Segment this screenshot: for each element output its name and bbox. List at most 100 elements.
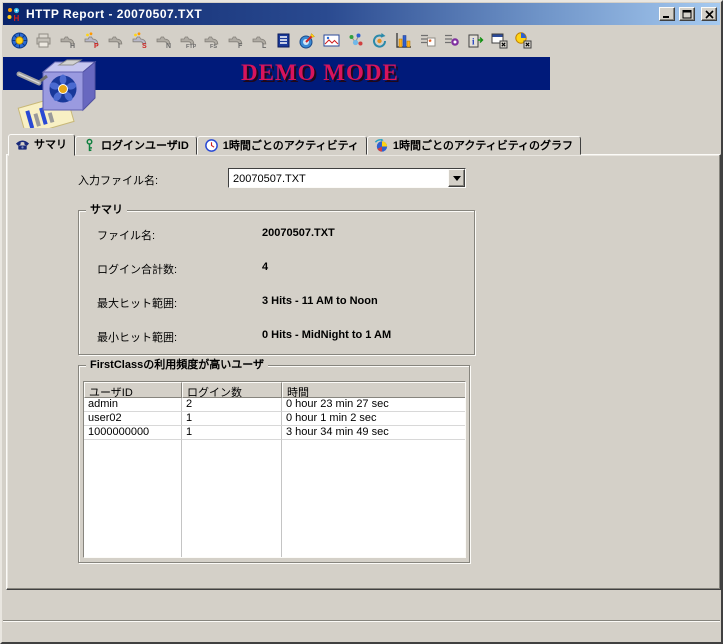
top-users-table: ユーザID ログイン数 時間 admin 2 0 hour 23 min 27 …: [83, 381, 466, 558]
f-log-icon[interactable]: F: [226, 31, 245, 50]
tab-label: 1時間ごとのアクティビティのグラフ: [393, 137, 573, 153]
cell-login-count: 1: [182, 426, 282, 440]
status-bar: [3, 622, 720, 642]
app-icon: H: [6, 6, 22, 22]
refresh-icon[interactable]: [370, 31, 389, 50]
input-file-value[interactable]: [229, 169, 448, 187]
list-chart-icon[interactable]: [442, 31, 461, 50]
combo-dropdown-button[interactable]: [448, 169, 465, 187]
clock-icon: [204, 138, 219, 153]
summary-value: 4: [262, 261, 268, 273]
cell-login-count: 2: [182, 398, 282, 412]
close-icon: [705, 10, 714, 19]
summary-row: 最大ヒット範囲: 3 Hits - 11 AM to Noon: [79, 295, 474, 310]
report-wizard-icon[interactable]: [10, 31, 29, 50]
toolbar: H P I S N FTP FS F L * i: [3, 26, 720, 55]
http-log-icon[interactable]: H: [58, 31, 77, 50]
cell-login-count: 1: [182, 412, 282, 426]
tab-login-user-id[interactable]: ログインユーザID: [75, 136, 197, 155]
top-users-groupbox-title: FirstClassの利用頻度が高いユーザ: [86, 358, 268, 372]
tab-hourly-activity[interactable]: 1時間ごとのアクティビティ: [197, 136, 367, 155]
bar-chart-icon[interactable]: [394, 31, 413, 50]
svg-text:H: H: [14, 14, 20, 22]
minimize-button[interactable]: [659, 7, 675, 21]
cell-time: 0 hour 23 min 27 sec: [282, 398, 465, 412]
tab-label: 1時間ごとのアクティビティ: [223, 137, 359, 153]
table-row[interactable]: admin 2 0 hour 23 min 27 sec: [84, 398, 465, 412]
summary-label: ファイル名:: [97, 227, 155, 243]
s-log-icon[interactable]: S: [130, 31, 149, 50]
column-header-user-id[interactable]: ユーザID: [84, 382, 182, 398]
ledger-icon[interactable]: [274, 31, 293, 50]
cell-user-id: 1000000000: [84, 426, 182, 440]
input-file-combobox[interactable]: [228, 168, 466, 188]
chart-close-icon[interactable]: [514, 31, 533, 50]
list-star-icon[interactable]: *: [418, 31, 437, 50]
phone-icon: [15, 137, 30, 152]
table-header: ユーザID ログイン数 時間: [84, 382, 465, 398]
summary-groupbox: サマリ ファイル名: 20070507.TXT ログイン合計数: 4 最大ヒット…: [78, 210, 475, 355]
fs-log-icon[interactable]: FS: [202, 31, 221, 50]
summary-groupbox-title: サマリ: [86, 203, 127, 217]
summary-label: 最大ヒット範囲:: [97, 295, 177, 311]
cell-time: 0 hour 1 min 2 sec: [282, 412, 465, 426]
tab-label: サマリ: [34, 136, 67, 152]
tab-bar: サマリ ログインユーザID 1時間ごとのアクティビティ 1時間ごとのアクティビテ…: [8, 133, 581, 155]
tab-label: ログインユーザID: [101, 137, 189, 153]
cell-user-id: admin: [84, 398, 182, 412]
summary-row: ログイン合計数: 4: [79, 261, 474, 276]
ftp-log-icon[interactable]: FTP: [178, 31, 197, 50]
minimize-icon: [662, 10, 672, 19]
summary-value: 3 Hits - 11 AM to Noon: [262, 295, 378, 307]
molecule-icon[interactable]: [346, 31, 365, 50]
demo-mode-text: DEMO MODE: [241, 60, 399, 86]
svg-text:F: F: [238, 43, 243, 49]
svg-text:N: N: [166, 43, 171, 49]
svg-text:L: L: [262, 43, 267, 49]
svg-text:H: H: [70, 43, 75, 49]
summary-row: ファイル名: 20070507.TXT: [79, 227, 474, 242]
table-empty-area: [84, 440, 465, 557]
p-log-icon[interactable]: P: [82, 31, 101, 50]
n-log-icon[interactable]: N: [154, 31, 173, 50]
summary-value: 20070507.TXT: [262, 227, 335, 239]
dart-icon[interactable]: [298, 31, 317, 50]
titlebar[interactable]: H HTTP Report - 20070507.TXT: [3, 3, 720, 25]
tab-summary[interactable]: サマリ: [8, 134, 75, 156]
summary-label: 最小ヒット範囲:: [97, 329, 177, 345]
table-row[interactable]: 1000000000 1 3 hour 34 min 49 sec: [84, 426, 465, 440]
window-title: HTTP Report - 20070507.TXT: [26, 7, 202, 21]
print-icon[interactable]: [34, 31, 53, 50]
export-info-icon[interactable]: i: [466, 31, 485, 50]
app-window: H HTTP Report - 20070507.TXT H P I S N FTP FS F…: [0, 0, 723, 644]
i-log-icon[interactable]: I: [106, 31, 125, 50]
top-users-groupbox: FirstClassの利用頻度が高いユーザ ユーザID ログイン数 時間 adm…: [78, 365, 470, 563]
cell-time: 3 hour 34 min 49 sec: [282, 426, 465, 440]
tab-hourly-activity-graph[interactable]: 1時間ごとのアクティビティのグラフ: [367, 136, 581, 155]
chevron-down-icon: [453, 176, 461, 181]
column-header-time[interactable]: 時間: [282, 382, 465, 398]
summary-value: 0 Hits - MidNight to 1 AM: [262, 329, 391, 341]
svg-text:FS: FS: [210, 44, 217, 49]
pie-graph-icon: [374, 138, 389, 153]
empty-cell: [84, 440, 182, 557]
app-logo: [9, 58, 108, 128]
svg-text:FTP: FTP: [186, 44, 196, 49]
input-file-label: 入力ファイル名:: [78, 172, 158, 188]
svg-text:S: S: [142, 43, 147, 49]
close-button[interactable]: [701, 7, 717, 21]
summary-label: ログイン合計数:: [97, 261, 177, 277]
summary-row: 最小ヒット範囲: 0 Hits - MidNight to 1 AM: [79, 329, 474, 344]
maximize-button[interactable]: [679, 7, 695, 21]
column-header-login-count[interactable]: ログイン数: [182, 382, 282, 398]
maximize-icon: [682, 10, 692, 19]
window-close-icon[interactable]: [490, 31, 509, 50]
svg-text:I: I: [118, 43, 120, 49]
table-row[interactable]: user02 1 0 hour 1 min 2 sec: [84, 412, 465, 426]
image-icon[interactable]: [322, 31, 341, 50]
cell-user-id: user02: [84, 412, 182, 426]
l-log-icon[interactable]: L: [250, 31, 269, 50]
svg-text:P: P: [94, 43, 99, 49]
key-icon: [82, 138, 97, 153]
empty-cell: [282, 440, 465, 557]
